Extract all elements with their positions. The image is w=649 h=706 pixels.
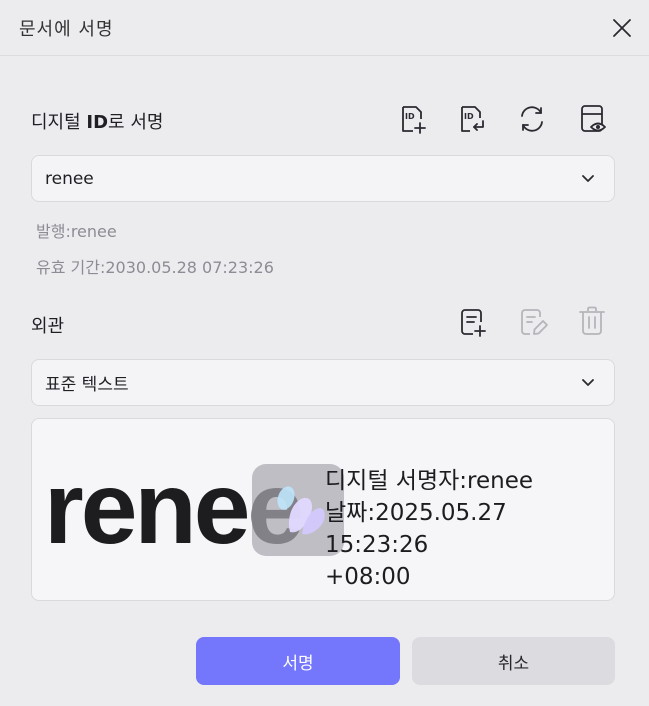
document-edit-icon — [521, 309, 548, 335]
digital-id-select[interactable]: renee — [31, 155, 615, 202]
id-add-icon: ID — [402, 106, 426, 134]
chevron-down-icon — [582, 379, 594, 386]
validity-text: 유효 기간:2030.05.28 07:23:26 — [36, 258, 274, 277]
preview-signer-line: 디지털 서명자:renee — [325, 468, 533, 494]
digital-id-label: 디지털 ID로 서명 — [31, 112, 164, 133]
create-appearance-button[interactable] — [456, 305, 490, 339]
create-id-button[interactable]: ID — [396, 102, 430, 136]
svg-text:ID: ID — [405, 112, 415, 121]
close-button[interactable] — [606, 12, 638, 44]
appearance-label: 외관 — [31, 316, 65, 337]
trash-icon — [579, 306, 605, 335]
refresh-icon — [521, 106, 543, 132]
dialog-title: 문서에 서명 — [19, 19, 114, 40]
id-import-icon: ID — [461, 106, 484, 132]
preview-date-line: 날짜:2025.05.27 15:23:26 — [325, 500, 507, 558]
edit-appearance-button[interactable] — [516, 305, 550, 339]
cancel-button[interactable]: 취소 — [412, 637, 615, 685]
view-certificate-button[interactable] — [576, 102, 610, 136]
sign-button[interactable]: 서명 — [196, 637, 400, 685]
sign-document-dialog: 문서에 서명 디지털 ID로 서명 ID ID renee 발행:renee 유… — [0, 0, 649, 706]
signature-preview-details: 디지털 서명자:renee 날짜:2025.05.27 15:23:26 +08… — [325, 465, 614, 593]
appearance-select[interactable]: 표준 텍스트 — [31, 359, 615, 406]
appearance-selected-value: 표준 텍스트 — [45, 375, 129, 395]
refresh-id-button[interactable] — [515, 102, 549, 136]
dialog-titlebar: 문서에 서명 — [0, 0, 649, 56]
preview-timezone-line: +08:00 — [325, 564, 411, 590]
import-id-button[interactable]: ID — [455, 102, 489, 136]
svg-text:ID: ID — [464, 112, 474, 121]
issuer-text: 발행:renee — [36, 222, 117, 241]
digital-id-selected-value: renee — [45, 168, 94, 189]
signature-preview: renee 디지털 서명자:renee 날짜:2025.05.27 15:23:… — [31, 418, 615, 601]
certificate-view-icon — [581, 105, 606, 132]
delete-appearance-button[interactable] — [575, 304, 609, 338]
chevron-down-icon — [582, 175, 594, 182]
document-add-icon — [461, 309, 486, 337]
close-icon — [613, 19, 631, 37]
